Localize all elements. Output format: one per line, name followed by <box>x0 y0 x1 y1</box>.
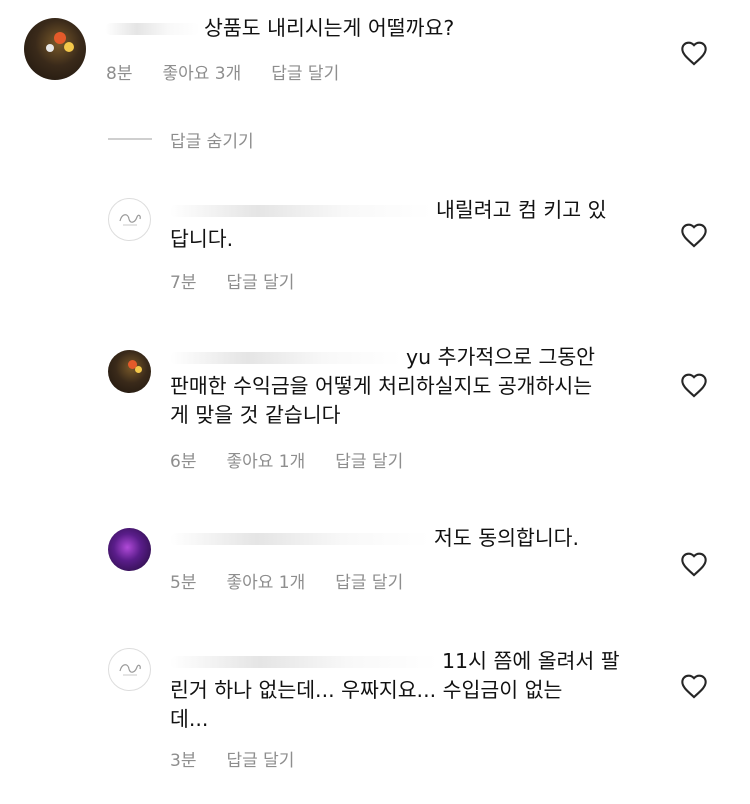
comment-text-1: 상품도 내리시는게 어떨까요? <box>105 14 454 43</box>
like-count-button[interactable]: 좋아요 1개 <box>226 573 305 593</box>
comment-meta-5: 3분 답글 달기 <box>170 746 324 771</box>
avatar-flower-detail-2 <box>135 366 142 373</box>
username-redacted[interactable] <box>170 533 430 545</box>
replies-divider-line <box>108 138 152 140</box>
avatar-flower-detail-3 <box>46 44 54 52</box>
heart-outline-icon[interactable] <box>680 222 708 248</box>
avatar-flower-detail <box>54 32 66 44</box>
comment-time: 5분 <box>170 573 197 593</box>
comment-meta-2: 7분 답글 달기 <box>170 268 324 293</box>
commenter-avatar[interactable] <box>108 350 151 393</box>
username-redacted[interactable] <box>170 656 438 668</box>
like-count-button[interactable]: 좋아요 1개 <box>226 452 305 472</box>
comment-time: 6분 <box>170 452 197 472</box>
comment-time: 8분 <box>106 64 133 84</box>
commenter-avatar[interactable] <box>108 528 151 571</box>
heart-outline-icon[interactable] <box>680 551 708 577</box>
comment-text-4: 저도 동의합니다. <box>170 524 579 553</box>
reply-button[interactable]: 답글 달기 <box>226 273 294 293</box>
comment-text-5: 11시 쯤에 올려서 팔 <box>170 647 620 676</box>
reply-button[interactable]: 답글 달기 <box>335 573 403 593</box>
comment-text-2b: 답니다. <box>170 227 234 251</box>
heart-outline-icon[interactable] <box>680 40 708 66</box>
comment-time: 3분 <box>170 751 197 771</box>
comment-text-3: yu 추가적으로 그동안 <box>170 343 595 372</box>
username-redacted[interactable] <box>170 352 402 364</box>
heart-outline-icon[interactable] <box>680 372 708 398</box>
comment-text-5c: 데... <box>170 707 209 731</box>
comment-meta-1: 8분 좋아요 3개 답글 달기 <box>106 59 369 84</box>
comment-time: 7분 <box>170 273 197 293</box>
heart-outline-icon[interactable] <box>680 673 708 699</box>
like-count-button[interactable]: 좋아요 3개 <box>162 64 241 84</box>
comment-text-2: 내릴려고 컴 키고 있 <box>170 196 606 225</box>
hide-replies-button[interactable]: 답글 숨기기 <box>170 127 254 152</box>
comment-text-3b: 판매한 수익금을 어떻게 처리하실지도 공개하시는 <box>170 374 593 398</box>
reply-button[interactable]: 답글 달기 <box>271 64 339 84</box>
logo-avatar-icon[interactable] <box>108 648 151 691</box>
comment-text-3c: 게 맞을 것 같습니다 <box>170 403 341 427</box>
comment-meta-3: 6분 좋아요 1개 답글 달기 <box>170 447 433 472</box>
comment-meta-4: 5분 좋아요 1개 답글 달기 <box>170 568 433 593</box>
avatar-flower-detail-2 <box>64 42 74 52</box>
reply-button[interactable]: 답글 달기 <box>335 452 403 472</box>
reply-button[interactable]: 답글 달기 <box>226 751 294 771</box>
username-redacted[interactable] <box>105 23 200 35</box>
commenter-avatar[interactable] <box>24 18 86 80</box>
comment-text-5b: 린거 하나 없는데... 우짜지요... 수입금이 없는 <box>170 678 563 702</box>
logo-avatar-icon[interactable] <box>108 198 151 241</box>
username-redacted[interactable] <box>170 205 432 217</box>
